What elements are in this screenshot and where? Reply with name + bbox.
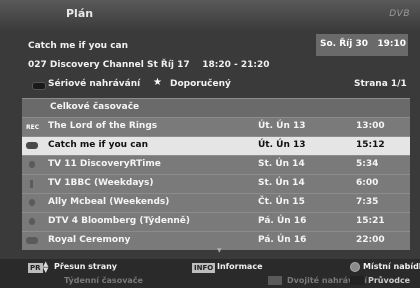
footer-local-menu[interactable]: Místní nabídka: [363, 262, 420, 271]
table-row[interactable]: Ally Mcbeal (Weekends) Čt. Ún 15 7:35: [22, 193, 410, 212]
page-indicator: Strana 1/1: [354, 79, 407, 89]
row-time: 15:12: [356, 140, 385, 150]
footer-move-page[interactable]: Přesun strany: [54, 262, 117, 271]
timer-icon: [29, 161, 35, 168]
row-date: Pá. Ún 16: [258, 216, 307, 226]
series-icon: [26, 142, 38, 149]
table-row[interactable]: DTV 4 Bloomberg (Týdenně) Pá. Ún 16 15:2…: [22, 212, 410, 231]
brand-logo: DVB: [389, 9, 410, 19]
legend-recommended-label: Doporučený: [170, 79, 231, 89]
table-row[interactable]: TV 1BBC (Weekdays) St. Ún 14 6:00: [22, 174, 410, 193]
row-date: St. Ún 14: [258, 159, 305, 169]
row-time: 15:21: [356, 216, 385, 226]
row-title: Royal Ceremony: [48, 235, 131, 245]
footer-weekly-timers[interactable]: Týdenní časovače: [64, 276, 143, 285]
page-title: Plán: [66, 7, 94, 20]
blue-key-icon: [350, 276, 364, 285]
ok-button-icon: [350, 262, 360, 272]
row-time: 13:00: [356, 121, 385, 131]
footer-info[interactable]: Informace: [217, 262, 263, 271]
program-channel-time: 027 Discovery Channel St Říj 17 18:20 - …: [28, 60, 270, 70]
row-date: St. Ún 14: [258, 178, 305, 188]
row-date: Út. Ún 13: [258, 140, 306, 150]
row-title: TV 1BBC (Weekdays): [48, 178, 154, 188]
clock-text: So. Říj 30 19:10: [320, 39, 407, 49]
timer-table: Celkové časovače REC The Lord of the Rin…: [22, 98, 410, 258]
row-title: The Lord of the Rings: [48, 121, 158, 131]
info-key: INFO: [192, 263, 216, 273]
row-time: 6:00: [356, 178, 379, 188]
timer-icon: [29, 218, 35, 225]
row-title: TV 11 DiscoveryRTime: [48, 159, 161, 169]
footer-guide[interactable]: Průvodce: [368, 276, 410, 285]
footer-bar: PR ▲ ▼ Přesun strany INFO Informace Místn…: [0, 259, 420, 288]
updown-arrows-icon: ▲ ▼: [43, 260, 49, 274]
row-date: Út. Ún 13: [258, 121, 306, 131]
timer-icon: [29, 199, 35, 206]
title-bar: Plán DVB: [0, 0, 420, 30]
rec-icon: REC: [26, 124, 40, 131]
star-icon: ★: [153, 77, 162, 88]
series-icon: [26, 237, 38, 244]
table-row[interactable]: TV 11 DiscoveryRTime St. Ún 14 5:34: [22, 155, 410, 174]
row-time: 5:34: [356, 159, 379, 169]
reminder-icon: [30, 180, 33, 188]
row-time: 22:00: [356, 235, 385, 245]
row-title: Ally Mcbeal (Weekends): [48, 197, 170, 207]
table-row[interactable]: Royal Ceremony Pá. Ún 16 22:00: [22, 231, 410, 250]
program-title: Catch me if you can: [28, 41, 129, 51]
series-record-icon: [32, 82, 46, 90]
green-key-icon: [268, 276, 282, 285]
scroll-down-icon[interactable]: ▼: [217, 247, 222, 254]
pr-key: PR: [28, 263, 43, 273]
row-date: Čt. Ún 15: [258, 197, 305, 207]
row-date: Pá. Ún 16: [258, 235, 307, 245]
row-time: 7:35: [356, 197, 379, 207]
clock-box: So. Říj 30 19:10: [316, 34, 408, 56]
table-section-header: Celkové časovače: [22, 98, 410, 117]
legend-series-label: Sériové nahrávání: [48, 79, 141, 89]
table-row-selected[interactable]: Catch me if you can Út. Ún 13 15:12: [22, 136, 410, 155]
row-title: DTV 4 Bloomberg (Týdenně): [48, 216, 190, 226]
section-title: Celkové časovače: [50, 102, 140, 112]
row-title: Catch me if you can: [48, 140, 149, 150]
table-row[interactable]: REC The Lord of the Rings Út. Ún 13 13:0…: [22, 117, 410, 136]
